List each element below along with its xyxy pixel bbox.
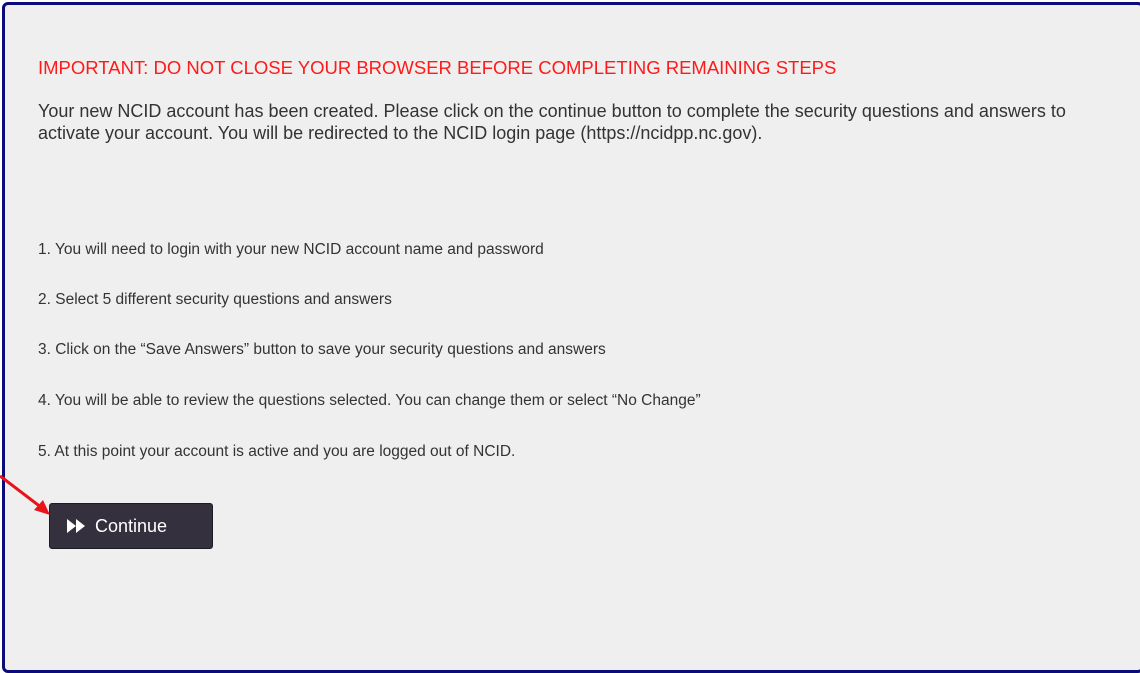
continue-button[interactable]: Continue [49, 503, 213, 549]
account-created-message: Your new NCID account has been created. … [38, 101, 1066, 143]
fast-forward-icon [66, 518, 88, 534]
step-item: 4. You will be able to review the questi… [38, 392, 701, 409]
step-item: 2. Select 5 different security questions… [38, 291, 392, 308]
step-item: 3. Click on the “Save Answers” button to… [38, 341, 606, 358]
step-item: 1. You will need to login with your new … [38, 241, 544, 258]
step-item: 5. At this point your account is active … [38, 443, 516, 460]
continue-button-label: Continue [95, 515, 168, 536]
important-warning: IMPORTANT: DO NOT CLOSE YOUR BROWSER BEF… [38, 57, 837, 78]
account-created-panel: IMPORTANT: DO NOT CLOSE YOUR BROWSER BEF… [2, 2, 1140, 673]
